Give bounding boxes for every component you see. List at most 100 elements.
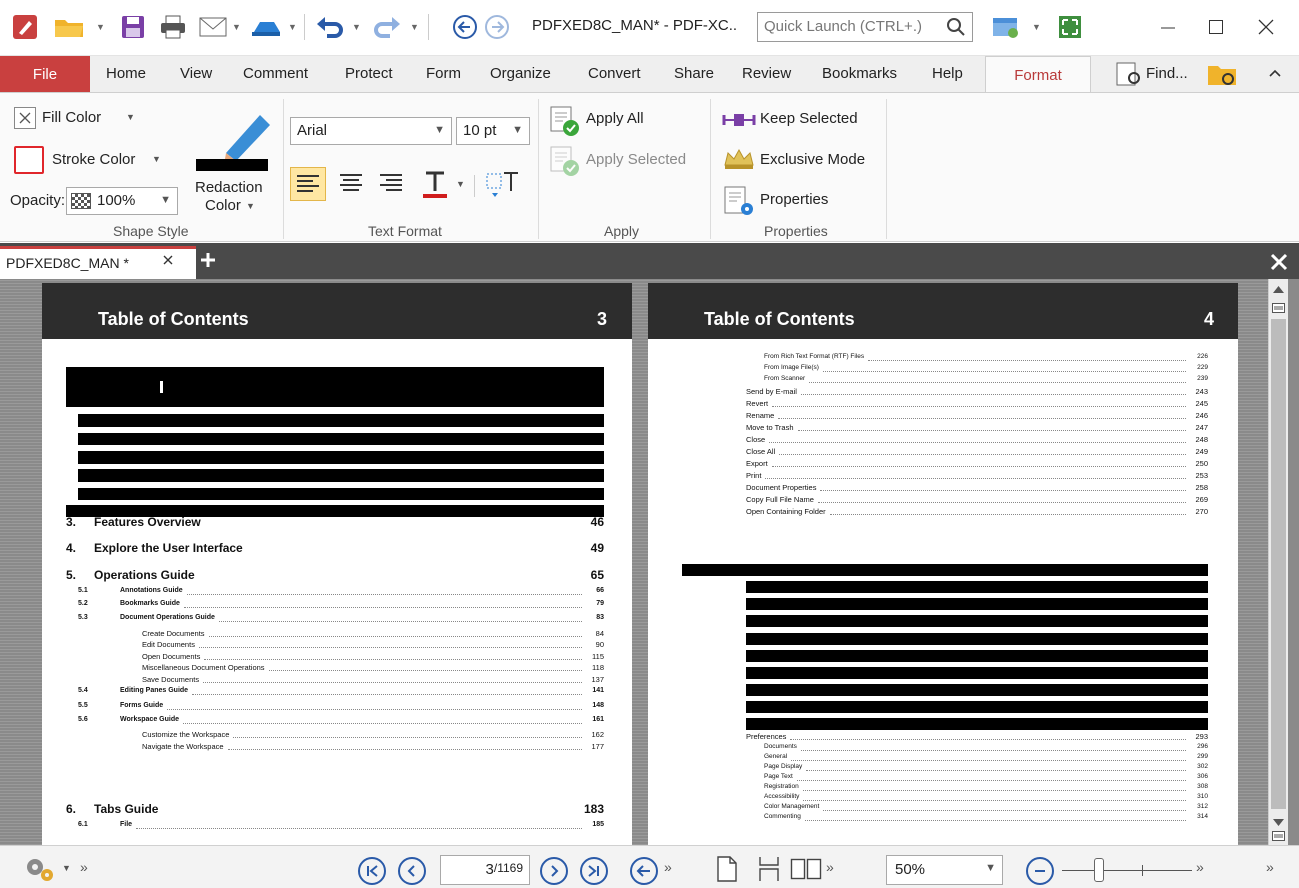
scroll-up-icon[interactable]	[1273, 285, 1284, 293]
menu-form[interactable]: Form	[426, 65, 461, 82]
chevron-down-icon[interactable]: ▼	[456, 179, 465, 189]
toc-entry[interactable]: Preferences 293	[648, 732, 1238, 742]
fill-color-icon[interactable]	[14, 107, 36, 129]
toc-entry[interactable]: Document Properties 258	[648, 483, 1238, 493]
menu-help[interactable]: Help	[932, 65, 963, 82]
collapse-ribbon-icon[interactable]	[1268, 66, 1282, 80]
toc-entry[interactable]: 5.4 Editing Panes Guide 141	[42, 687, 632, 697]
document-view[interactable]: Table of Contents 3 3. Features Overview 4…	[0, 279, 1299, 845]
toc-entry[interactable]: Open Documents 115	[42, 652, 632, 662]
settings-gear-icon[interactable]	[22, 854, 56, 884]
toc-entry[interactable]: Close All 249	[648, 447, 1238, 457]
more-tools-icon[interactable]: »	[80, 859, 88, 875]
toc-entry[interactable]: General 299	[648, 753, 1238, 763]
chevron-down-icon[interactable]: ▼	[352, 22, 361, 32]
toc-entry[interactable]: Revert 245	[648, 399, 1238, 409]
single-page-icon[interactable]	[716, 856, 738, 882]
toc-entry[interactable]: Commenting 314	[648, 813, 1238, 823]
more-navigation-icon[interactable]: »	[664, 859, 672, 875]
search-folder-icon[interactable]	[1206, 60, 1238, 88]
open-folder-icon[interactable]	[50, 12, 90, 42]
toc-entry[interactable]: Edit Documents 90	[42, 640, 632, 650]
undo-icon[interactable]	[312, 12, 348, 42]
toc-entry[interactable]: 5.2 Bookmarks Guide 79	[42, 600, 632, 610]
toc-entry[interactable]: Rename 246	[648, 411, 1238, 421]
close-window-button[interactable]	[1246, 10, 1286, 44]
apply-all-icon[interactable]	[548, 105, 580, 137]
font-size-combo[interactable]: 10 pt ▼	[456, 117, 530, 145]
first-page-button[interactable]	[358, 857, 386, 885]
more-layout-icon[interactable]: »	[826, 859, 834, 875]
zoom-slider-thumb[interactable]	[1094, 858, 1104, 882]
toc-entry[interactable]: Send by E-mail 243	[648, 387, 1238, 397]
toc-entry[interactable]: Registration 308	[648, 783, 1238, 793]
fullscreen-icon[interactable]	[1054, 12, 1086, 42]
toc-entry[interactable]: From Rich Text Format (RTF) Files 226	[648, 353, 1238, 363]
print-icon[interactable]	[156, 12, 190, 42]
toc-entry[interactable]: Page Text 306	[648, 773, 1238, 783]
toc-entry[interactable]: 5.3 Document Operations Guide 83	[42, 614, 632, 624]
toc-entry[interactable]: Accessibility 310	[648, 793, 1238, 803]
zoom-out-button[interactable]	[1026, 857, 1054, 885]
document-tab[interactable]: PDFXED8C_MAN *	[0, 246, 196, 279]
toc-entry[interactable]: Copy Full File Name 269	[648, 495, 1238, 505]
menu-format[interactable]: Format	[985, 56, 1091, 93]
back-icon[interactable]	[450, 12, 480, 42]
forward-icon[interactable]	[482, 12, 512, 42]
toc-entry[interactable]: Create Documents 84	[42, 629, 632, 639]
toc-entry[interactable]: 5.1 Annotations Guide 66	[42, 587, 632, 597]
toc-entry[interactable]: Save Documents 137	[42, 675, 632, 685]
exclusive-mode-button[interactable]: Exclusive Mode	[760, 151, 865, 168]
font-combo[interactable]: Arial ▼	[290, 117, 452, 145]
toc-entry[interactable]: Customize the Workspace 162	[42, 730, 632, 740]
menu-comment[interactable]: Comment	[243, 65, 308, 82]
stroke-color-button[interactable]: Stroke Color	[52, 151, 135, 168]
apply-selected-icon[interactable]	[548, 145, 580, 177]
menu-review[interactable]: Review	[742, 65, 791, 82]
menu-protect[interactable]: Protect	[345, 65, 393, 82]
close-tab-icon[interactable]	[162, 254, 174, 266]
text-color-icon[interactable]	[418, 167, 452, 201]
last-page-button[interactable]	[580, 857, 608, 885]
apply-all-button[interactable]: Apply All	[586, 110, 644, 127]
chevron-down-icon[interactable]: ▼	[410, 22, 419, 32]
redo-icon[interactable]	[370, 12, 404, 42]
minimize-button[interactable]	[1148, 10, 1188, 44]
status-bar-options-icon[interactable]: »	[1266, 859, 1274, 875]
previous-page-button[interactable]	[398, 857, 426, 885]
toc-entry[interactable]: 4. Explore the User Interface 49	[42, 541, 632, 557]
align-left-button[interactable]	[290, 167, 326, 201]
quick-launch-input[interactable]: Quick Launch (CTRL+.)	[757, 12, 973, 42]
new-tab-button[interactable]	[200, 252, 216, 268]
previous-view-button[interactable]	[630, 857, 658, 885]
chevron-down-icon[interactable]: ▼	[288, 22, 297, 32]
chevron-down-icon[interactable]: ▼	[1032, 22, 1041, 32]
customize-toolbar-icon[interactable]	[988, 12, 1024, 42]
toc-entry[interactable]: 5. Operations Guide 65	[42, 568, 632, 584]
redaction-color-icon[interactable]	[196, 107, 272, 173]
toc-entry[interactable]: 5.6 Workspace Guide 161	[42, 716, 632, 726]
menu-bookmarks[interactable]: Bookmarks	[822, 65, 897, 82]
align-center-button[interactable]	[334, 167, 368, 201]
email-icon[interactable]	[196, 12, 230, 42]
toc-entry[interactable]: Close 248	[648, 435, 1238, 445]
toc-entry[interactable]: From Scanner 239	[648, 375, 1238, 385]
keep-selected-button[interactable]: Keep Selected	[760, 110, 858, 127]
chevron-down-icon[interactable]: ▼	[126, 112, 135, 122]
keep-selected-icon[interactable]	[722, 109, 756, 131]
search-icon[interactable]	[946, 17, 966, 37]
find-button[interactable]: Find...	[1146, 65, 1188, 82]
find-icon[interactable]	[1114, 60, 1144, 88]
toc-entry[interactable]: Print 253	[648, 471, 1238, 481]
stroke-color-icon[interactable]	[14, 146, 44, 174]
menu-home[interactable]: Home	[106, 65, 146, 82]
redaction-color-label-2[interactable]: Color	[205, 197, 241, 214]
chevron-down-icon[interactable]: ▼	[96, 22, 105, 32]
scan-icon[interactable]	[248, 12, 284, 42]
close-document-icon[interactable]	[1270, 253, 1288, 271]
menu-convert[interactable]: Convert	[588, 65, 641, 82]
scrollbar-thumb[interactable]	[1271, 319, 1286, 809]
properties-icon[interactable]	[722, 185, 756, 217]
toc-entry[interactable]: 6.1 File 185	[42, 821, 632, 831]
chevron-down-icon[interactable]: ▼	[62, 863, 71, 873]
